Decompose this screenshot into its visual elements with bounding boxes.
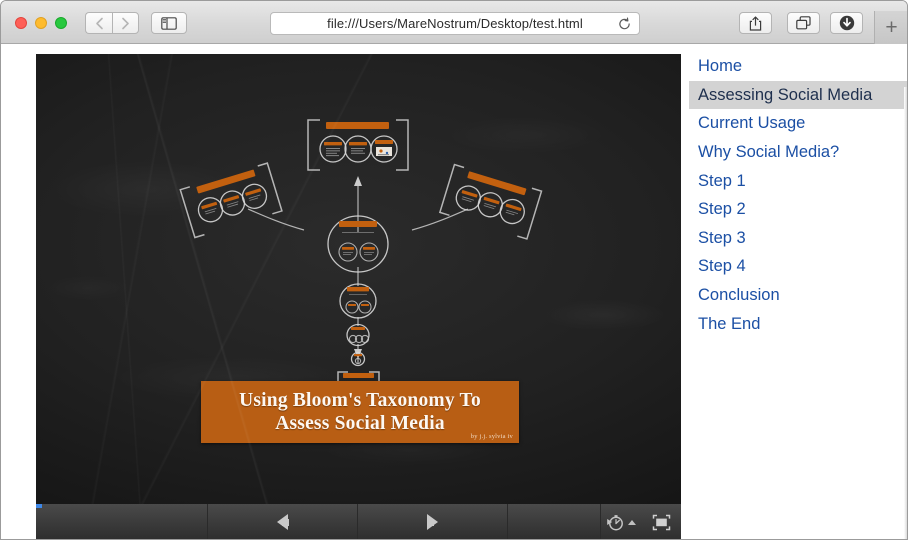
outline-item-assessing-social-media[interactable]: Assessing Social Media [689, 80, 907, 110]
window-frame: file:///Users/MareNostrum/Desktop/test.h… [0, 0, 908, 540]
group-right-branch [438, 163, 543, 240]
downloads-button[interactable] [830, 12, 863, 34]
page-content: .brk { fill:none; stroke:#cfcfcf; stroke… [1, 44, 907, 539]
tabs-icon [796, 16, 811, 30]
chevron-right-icon [122, 17, 129, 29]
reload-icon[interactable] [618, 17, 631, 30]
outline-item-why-social-media[interactable]: Why Social Media? [689, 138, 907, 167]
outline-item-step-4[interactable]: Step 4 [689, 252, 907, 281]
presentation-viewer: .brk { fill:none; stroke:#cfcfcf; stroke… [36, 54, 681, 539]
close-window-button[interactable] [15, 17, 27, 29]
slide-canvas[interactable]: .brk { fill:none; stroke:#cfcfcf; stroke… [36, 54, 681, 504]
address-bar[interactable]: file:///Users/MareNostrum/Desktop/test.h… [270, 12, 640, 35]
control-spacer-left [36, 504, 208, 539]
group-left-branch [179, 162, 283, 239]
back-button[interactable] [85, 12, 112, 34]
show-sidebar-button[interactable] [151, 12, 187, 34]
arrow-left-stem [281, 518, 289, 526]
caret-up-icon[interactable] [628, 519, 636, 525]
minimize-window-button[interactable] [35, 17, 47, 29]
address-bar-url: file:///Users/MareNostrum/Desktop/test.h… [327, 16, 583, 31]
outline-item-step-3[interactable]: Step 3 [689, 224, 907, 253]
node-step-4 [327, 215, 389, 273]
tab-overview-button[interactable] [787, 12, 820, 34]
share-icon [749, 15, 762, 31]
node-step-3 [339, 283, 377, 319]
next-slide-button[interactable] [358, 504, 508, 539]
sidebar-icon [161, 16, 177, 30]
slide-title-plate: Using Bloom's Taxonomy To Assess Social … [201, 381, 519, 443]
autoplay-button[interactable] [601, 504, 641, 539]
forward-button[interactable] [112, 12, 139, 34]
new-tab-button[interactable]: + [874, 11, 907, 44]
traffic-lights [15, 17, 67, 29]
browser-window: file:///Users/MareNostrum/Desktop/test.h… [0, 0, 908, 540]
control-spacer-right [508, 504, 601, 539]
slide-title-line-1: Using Bloom's Taxonomy To [239, 390, 481, 411]
maximize-window-button[interactable] [55, 17, 67, 29]
slide-title-line-2: Assess Social Media [275, 413, 445, 434]
new-tab-label: + [885, 16, 898, 39]
share-button[interactable] [739, 12, 772, 34]
player-control-bar [36, 504, 681, 539]
fullscreen-button[interactable] [641, 504, 681, 539]
chevron-left-icon [95, 17, 103, 29]
node-step-2 [346, 323, 370, 347]
outline-item-step-2[interactable]: Step 2 [689, 195, 907, 224]
window-right-edge [904, 87, 907, 539]
group-conclusion [307, 119, 409, 171]
outline-item-the-end[interactable]: The End [689, 310, 907, 339]
outline-item-current-usage[interactable]: Current Usage [689, 109, 907, 138]
outline-item-home[interactable]: Home [689, 52, 907, 81]
slide-byline: by j.j. sylvia iv [470, 433, 513, 440]
outline-item-conclusion[interactable]: Conclusion [689, 281, 907, 310]
browser-toolbar: file:///Users/MareNostrum/Desktop/test.h… [1, 1, 907, 44]
outline-item-step-1[interactable]: Step 1 [689, 167, 907, 196]
download-icon [839, 15, 854, 31]
stopwatch-icon [607, 515, 623, 531]
arrow-right-stem [426, 518, 434, 526]
previous-slide-button[interactable] [208, 504, 358, 539]
slide-outline-list: Home Assessing Social Media Current Usag… [689, 44, 907, 539]
fullscreen-icon [652, 514, 670, 530]
